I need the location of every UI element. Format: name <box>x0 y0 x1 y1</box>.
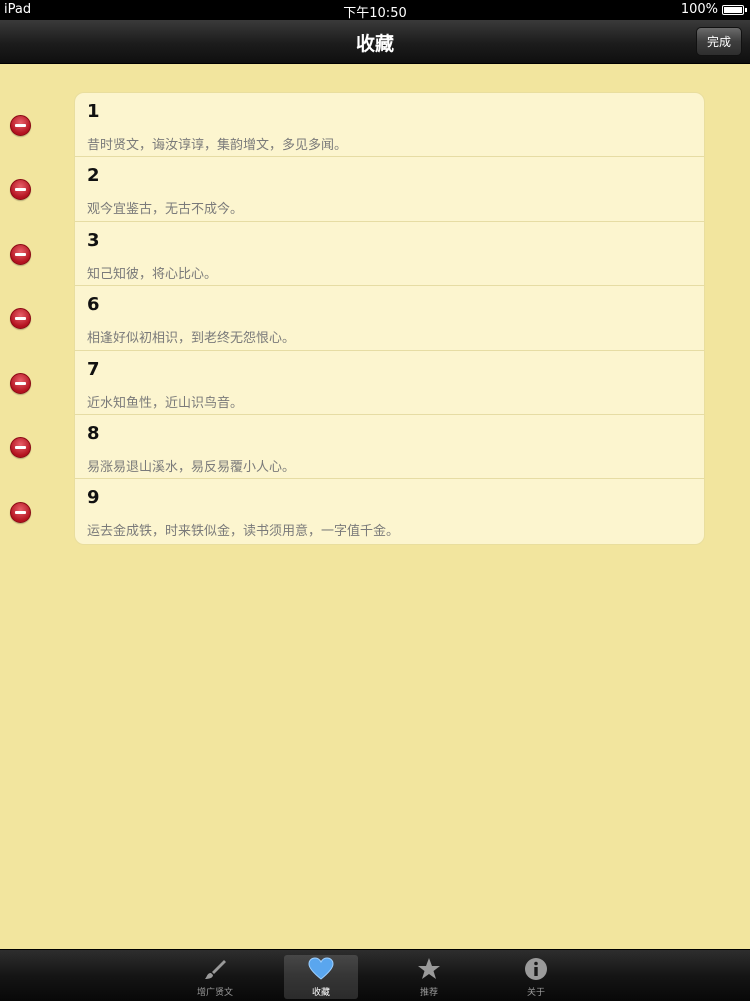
list-item[interactable]: 7 近水知鱼性，近山识鸟音。 <box>75 351 704 415</box>
favorites-list: 1 昔时贤文，诲汝谆谆，集韵增文，多见多闻。 2 观今宜鉴古，无古不成今。 3 … <box>74 92 705 545</box>
navigation-bar: 收藏 完成 <box>0 20 750 64</box>
tab-label: 推荐 <box>419 988 438 998</box>
info-icon <box>524 957 548 981</box>
list-item[interactable]: 6 相逢好似初相识，到老终无怨恨心。 <box>75 286 704 351</box>
heart-icon <box>308 957 334 981</box>
battery-percent: 100% <box>680 2 718 17</box>
tab-label: 增广贤文 <box>196 988 233 998</box>
list-item[interactable]: 1 昔时贤文，诲汝谆谆，集韵增文，多见多闻。 <box>75 93 704 158</box>
tab-favorites[interactable]: 收藏 <box>284 955 358 999</box>
item-text: 昔时贤文，诲汝谆谆，集韵增文，多见多闻。 <box>87 138 348 153</box>
delete-button[interactable] <box>10 179 31 200</box>
star-icon <box>417 957 441 981</box>
done-button[interactable]: 完成 <box>696 27 742 56</box>
item-number: 8 <box>87 422 100 444</box>
battery-icon <box>722 4 747 15</box>
item-number: 2 <box>87 165 100 187</box>
item-text: 易涨易退山溪水，易反易覆小人心。 <box>87 459 296 475</box>
tab-label: 关于 <box>526 988 545 998</box>
item-number: 1 <box>87 101 100 122</box>
item-number: 9 <box>87 487 100 509</box>
item-number: 7 <box>87 358 100 380</box>
delete-button[interactable] <box>10 373 31 394</box>
item-text: 相逢好似初相识，到老终无怨恨心。 <box>87 331 296 347</box>
delete-button[interactable] <box>10 244 31 265</box>
item-text: 知己知彼，将心比心。 <box>87 266 218 282</box>
delete-button[interactable] <box>10 437 31 458</box>
tab-bar: 增广贤文 收藏 推荐 关于 <box>0 949 750 1001</box>
delete-button[interactable] <box>10 308 31 329</box>
item-number: 3 <box>87 229 100 251</box>
tab-classics[interactable]: 增广贤文 <box>178 955 252 999</box>
list-item[interactable]: 3 知己知彼，将心比心。 <box>75 222 704 287</box>
tab-recommend[interactable]: 推荐 <box>392 955 466 999</box>
item-text: 运去金成铁，时来铁似金，读书须用意，一字值千金。 <box>87 524 400 540</box>
delete-button[interactable] <box>10 115 31 136</box>
status-bar: iPad 下午10:50 100% <box>0 0 750 21</box>
tab-about[interactable]: 关于 <box>499 955 573 999</box>
tab-label: 收藏 <box>311 988 330 998</box>
page-title: 收藏 <box>355 33 394 55</box>
delete-button[interactable] <box>10 502 31 523</box>
battery-status: 100% <box>680 2 747 17</box>
item-number: 6 <box>87 294 100 316</box>
list-item[interactable]: 8 易涨易退山溪水，易反易覆小人心。 <box>75 415 704 480</box>
brush-icon <box>203 957 227 981</box>
item-text: 近水知鱼性，近山识鸟音。 <box>87 395 244 411</box>
list-item[interactable]: 9 运去金成铁，时来铁似金，读书须用意，一字值千金。 <box>75 479 704 543</box>
favorites-content: 1 昔时贤文，诲汝谆谆，集韵增文，多见多闻。 2 观今宜鉴古，无古不成今。 3 … <box>0 64 750 949</box>
status-time: 下午10:50 <box>343 6 407 21</box>
list-item[interactable]: 2 观今宜鉴古，无古不成今。 <box>75 157 704 222</box>
item-text: 观今宜鉴古，无古不成今。 <box>87 202 244 218</box>
